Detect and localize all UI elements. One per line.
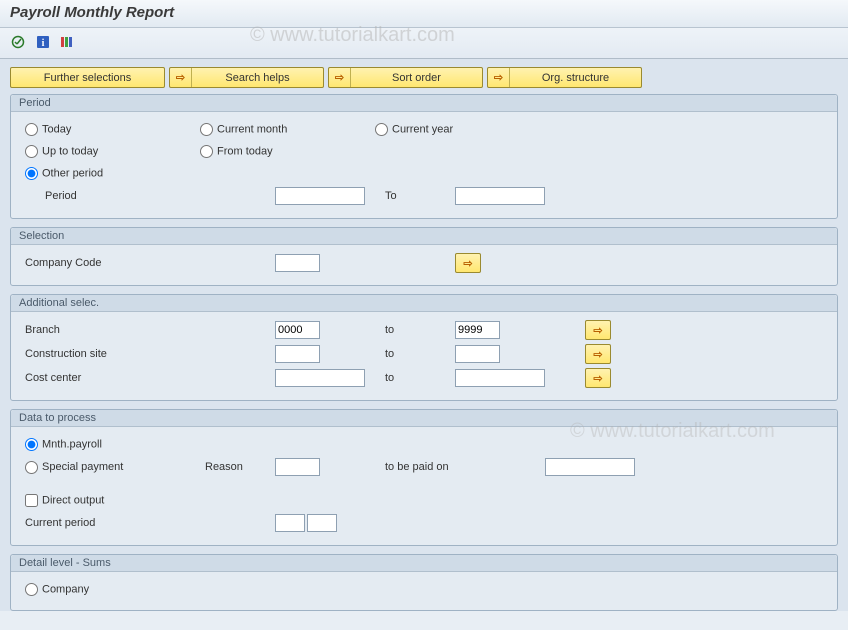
label-text: Up to today [42, 145, 98, 157]
arrow-right-icon: ⇨ [593, 324, 602, 337]
arrow-right-icon: ⇨ [170, 68, 192, 87]
label-text: Today [42, 123, 71, 135]
color-bars-icon[interactable] [58, 34, 76, 50]
radio-current-month[interactable]: Current month [200, 123, 287, 136]
radio-up-to-today[interactable]: Up to today [25, 145, 98, 158]
radio-from-today[interactable]: From today [200, 145, 273, 158]
execute-icon[interactable] [10, 34, 28, 50]
arrow-right-icon: ⇨ [593, 372, 602, 385]
button-label: Sort order [351, 72, 482, 84]
label-text: Direct output [42, 494, 104, 506]
current-period-input-2[interactable] [307, 514, 337, 532]
svg-text:i: i [42, 38, 45, 49]
paid-on-label: to be paid on [385, 461, 545, 473]
detail-level-group: Detail level - Sums Company [10, 554, 838, 611]
radio-today[interactable]: Today [25, 123, 71, 136]
radio-special-payment[interactable]: Special payment [25, 461, 123, 473]
data-to-process-group: Data to process Mnth.payroll Special pay… [10, 409, 838, 546]
to-label: to [385, 348, 455, 360]
additional-selection-group: Additional selec. Branch to ⇨ Constructi… [10, 294, 838, 401]
period-to-input[interactable] [455, 187, 545, 205]
arrow-right-icon: ⇨ [329, 68, 351, 87]
paid-on-input[interactable] [545, 458, 635, 476]
arrow-right-icon: ⇨ [463, 257, 472, 270]
group-title: Detail level - Sums [11, 555, 837, 572]
construction-label: Construction site [25, 348, 275, 360]
toolbar: i [0, 28, 848, 59]
company-code-label: Company Code [25, 257, 275, 269]
construction-to-input[interactable] [455, 345, 500, 363]
period-from-input[interactable] [275, 187, 365, 205]
button-label: Further selections [44, 72, 131, 84]
cost-center-to-input[interactable] [455, 369, 545, 387]
further-selections-button[interactable]: Further selections [10, 67, 165, 88]
group-title: Additional selec. [11, 295, 837, 312]
construction-from-input[interactable] [275, 345, 320, 363]
radio-other-period[interactable]: Other period [25, 167, 103, 180]
search-helps-button[interactable]: ⇨ Search helps [169, 67, 324, 88]
radio-company[interactable]: Company [25, 583, 89, 596]
period-label: Period [25, 190, 275, 202]
content-area: Further selections ⇨ Search helps ⇨ Sort… [0, 59, 848, 611]
radio-current-year[interactable]: Current year [375, 123, 453, 136]
label-text: Current month [217, 123, 287, 135]
multiple-selection-button[interactable]: ⇨ [585, 368, 611, 388]
branch-to-input[interactable] [455, 321, 500, 339]
period-group: Period Today Current month Current year … [10, 94, 838, 219]
cost-center-label: Cost center [25, 372, 275, 384]
branch-label: Branch [25, 324, 275, 336]
reason-input[interactable] [275, 458, 320, 476]
to-label: to [385, 372, 455, 384]
button-label: Org. structure [510, 72, 641, 84]
current-period-input-1[interactable] [275, 514, 305, 532]
group-title: Selection [11, 228, 837, 245]
arrow-right-icon: ⇨ [488, 68, 510, 87]
checkbox-direct-output[interactable]: Direct output [25, 494, 104, 507]
selection-group: Selection Company Code ⇨ [10, 227, 838, 286]
multiple-selection-button[interactable]: ⇨ [455, 253, 481, 273]
label-text: Current year [392, 123, 453, 135]
arrow-right-icon: ⇨ [593, 348, 602, 361]
company-code-input[interactable] [275, 254, 320, 272]
page-title: Payroll Monthly Report [10, 4, 838, 21]
current-period-label: Current period [25, 517, 275, 529]
cost-center-from-input[interactable] [275, 369, 365, 387]
group-title: Data to process [11, 410, 837, 427]
reason-label: Reason [205, 461, 275, 473]
label-text: Other period [42, 167, 103, 179]
label-text: Special payment [42, 461, 123, 473]
multiple-selection-button[interactable]: ⇨ [585, 320, 611, 340]
multiple-selection-button[interactable]: ⇨ [585, 344, 611, 364]
sort-order-button[interactable]: ⇨ Sort order [328, 67, 483, 88]
group-title: Period [11, 95, 837, 112]
selection-buttons: Further selections ⇨ Search helps ⇨ Sort… [10, 67, 838, 88]
to-label: to [385, 324, 455, 336]
label-text: Company [42, 583, 89, 595]
label-text: Mnth.payroll [42, 438, 102, 450]
to-label: To [385, 190, 455, 202]
branch-from-input[interactable] [275, 321, 320, 339]
org-structure-button[interactable]: ⇨ Org. structure [487, 67, 642, 88]
button-label: Search helps [192, 72, 323, 84]
title-bar: Payroll Monthly Report [0, 0, 848, 28]
radio-mnth-payroll[interactable]: Mnth.payroll [25, 438, 102, 451]
label-text: From today [217, 145, 273, 157]
info-icon[interactable]: i [34, 34, 52, 50]
